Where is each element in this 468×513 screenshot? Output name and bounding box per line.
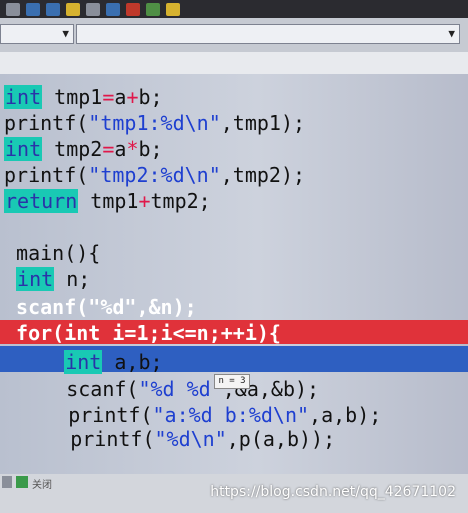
code-editor[interactable]: int tmp1=a+b; printf("tmp1:%d\n",tmp1); in… — [0, 74, 468, 474]
code-token: ,p(a,b)); — [226, 427, 336, 451]
check-icon[interactable] — [106, 2, 120, 16]
window-icon[interactable] — [46, 2, 60, 16]
grid-icon[interactable] — [26, 2, 40, 16]
code-token: printf( — [4, 163, 89, 187]
chevron-down-icon: ▼ — [448, 27, 455, 40]
operator-token: + — [126, 85, 139, 109]
code-line[interactable]: printf("a:%d b:%d\n",a,b); — [8, 402, 381, 428]
code-line[interactable]: printf("%d\n",p(a,b)); — [10, 426, 335, 452]
code-line[interactable]: return tmp1+tmp2; — [4, 188, 211, 214]
combo-bar: ▼ ▼ — [0, 18, 468, 52]
operator-token: + — [138, 189, 151, 213]
code-token: for(int i=1;i<=n;++i){ — [4, 321, 281, 345]
scope-dropdown[interactable]: ▼ — [0, 24, 74, 44]
code-token: ,tmp1); — [220, 111, 306, 135]
code-line[interactable]: for(int i=1;i<=n;++i){ — [4, 320, 281, 346]
code-line[interactable]: scanf("%d",&n); — [4, 294, 197, 320]
watermark-text: https://blog.csdn.net/qq_42671102 — [210, 484, 456, 500]
code-token: scanf( — [6, 377, 139, 401]
keyword-token: int — [4, 137, 43, 161]
code-token: tmp2 — [42, 137, 103, 161]
code-token: ,a,b); — [309, 403, 382, 427]
string-token: "%d %d" — [138, 377, 223, 401]
operator-token: = — [102, 85, 115, 109]
variable-tooltip: n = 3 — [214, 374, 250, 389]
code-line[interactable]: scanf("%d %d",&a,&b); — [6, 376, 319, 402]
code-line[interactable]: int tmp1=a+b; — [4, 84, 163, 110]
code-token: printf( — [8, 403, 153, 427]
code-token: a — [114, 137, 127, 161]
code-line[interactable]: int tmp2=a*b; — [4, 136, 163, 162]
string-token: "a:%d b:%d\n" — [152, 403, 310, 427]
code-line[interactable]: int n; — [4, 266, 90, 292]
layout-icon[interactable] — [86, 2, 100, 16]
string-token: "tmp2:%d\n" — [88, 163, 221, 187]
panel-tab-label[interactable]: 关闭 — [32, 476, 52, 491]
code-line[interactable]: printf("tmp1:%d\n",tmp1); — [4, 110, 305, 136]
keyword-token: int — [64, 350, 103, 374]
string-token: "%d\n" — [154, 427, 227, 451]
code-line[interactable]: int a,b; — [4, 349, 163, 375]
code-token: tmp1 — [78, 189, 139, 213]
palette-icon[interactable] — [66, 2, 80, 16]
keyword-token: int — [16, 267, 55, 291]
code-token: a,b; — [102, 350, 163, 374]
code-token: b; — [138, 137, 163, 161]
panel-icon[interactable] — [2, 476, 12, 488]
code-token: a — [114, 85, 127, 109]
chart-icon[interactable] — [146, 2, 160, 16]
code-token: scanf("%d",&n); — [4, 295, 197, 319]
code-line[interactable]: main(){ — [4, 240, 100, 266]
editor-ruler — [0, 52, 468, 75]
code-token: tmp1 — [42, 85, 103, 109]
close-icon[interactable] — [126, 2, 140, 16]
code-token: tmp2; — [150, 189, 211, 213]
toolbar-button[interactable] — [6, 2, 20, 16]
code-token: ,tmp2); — [220, 163, 306, 187]
code-token: main(){ — [4, 241, 101, 265]
keyword-token: return — [4, 189, 79, 213]
operator-token: * — [126, 137, 139, 161]
code-token: n; — [54, 267, 91, 291]
ide-window: ▼ ▼ int tmp1=a+b; printf("tmp1:%d\n",tmp1… — [0, 0, 468, 513]
symbol-dropdown[interactable]: ▼ — [76, 24, 460, 44]
code-line[interactable]: printf("tmp2:%d\n",tmp2); — [4, 162, 305, 188]
chevron-down-icon: ▼ — [62, 27, 69, 40]
image-icon[interactable] — [166, 2, 180, 16]
string-token: "tmp1:%d\n" — [88, 111, 221, 135]
code-token: b; — [138, 85, 163, 109]
operator-token: = — [102, 137, 115, 161]
keyword-token: int — [4, 85, 43, 109]
toolbar — [0, 0, 468, 18]
code-token: printf( — [4, 111, 89, 135]
code-token: printf( — [10, 427, 155, 451]
output-icon[interactable] — [16, 476, 28, 488]
